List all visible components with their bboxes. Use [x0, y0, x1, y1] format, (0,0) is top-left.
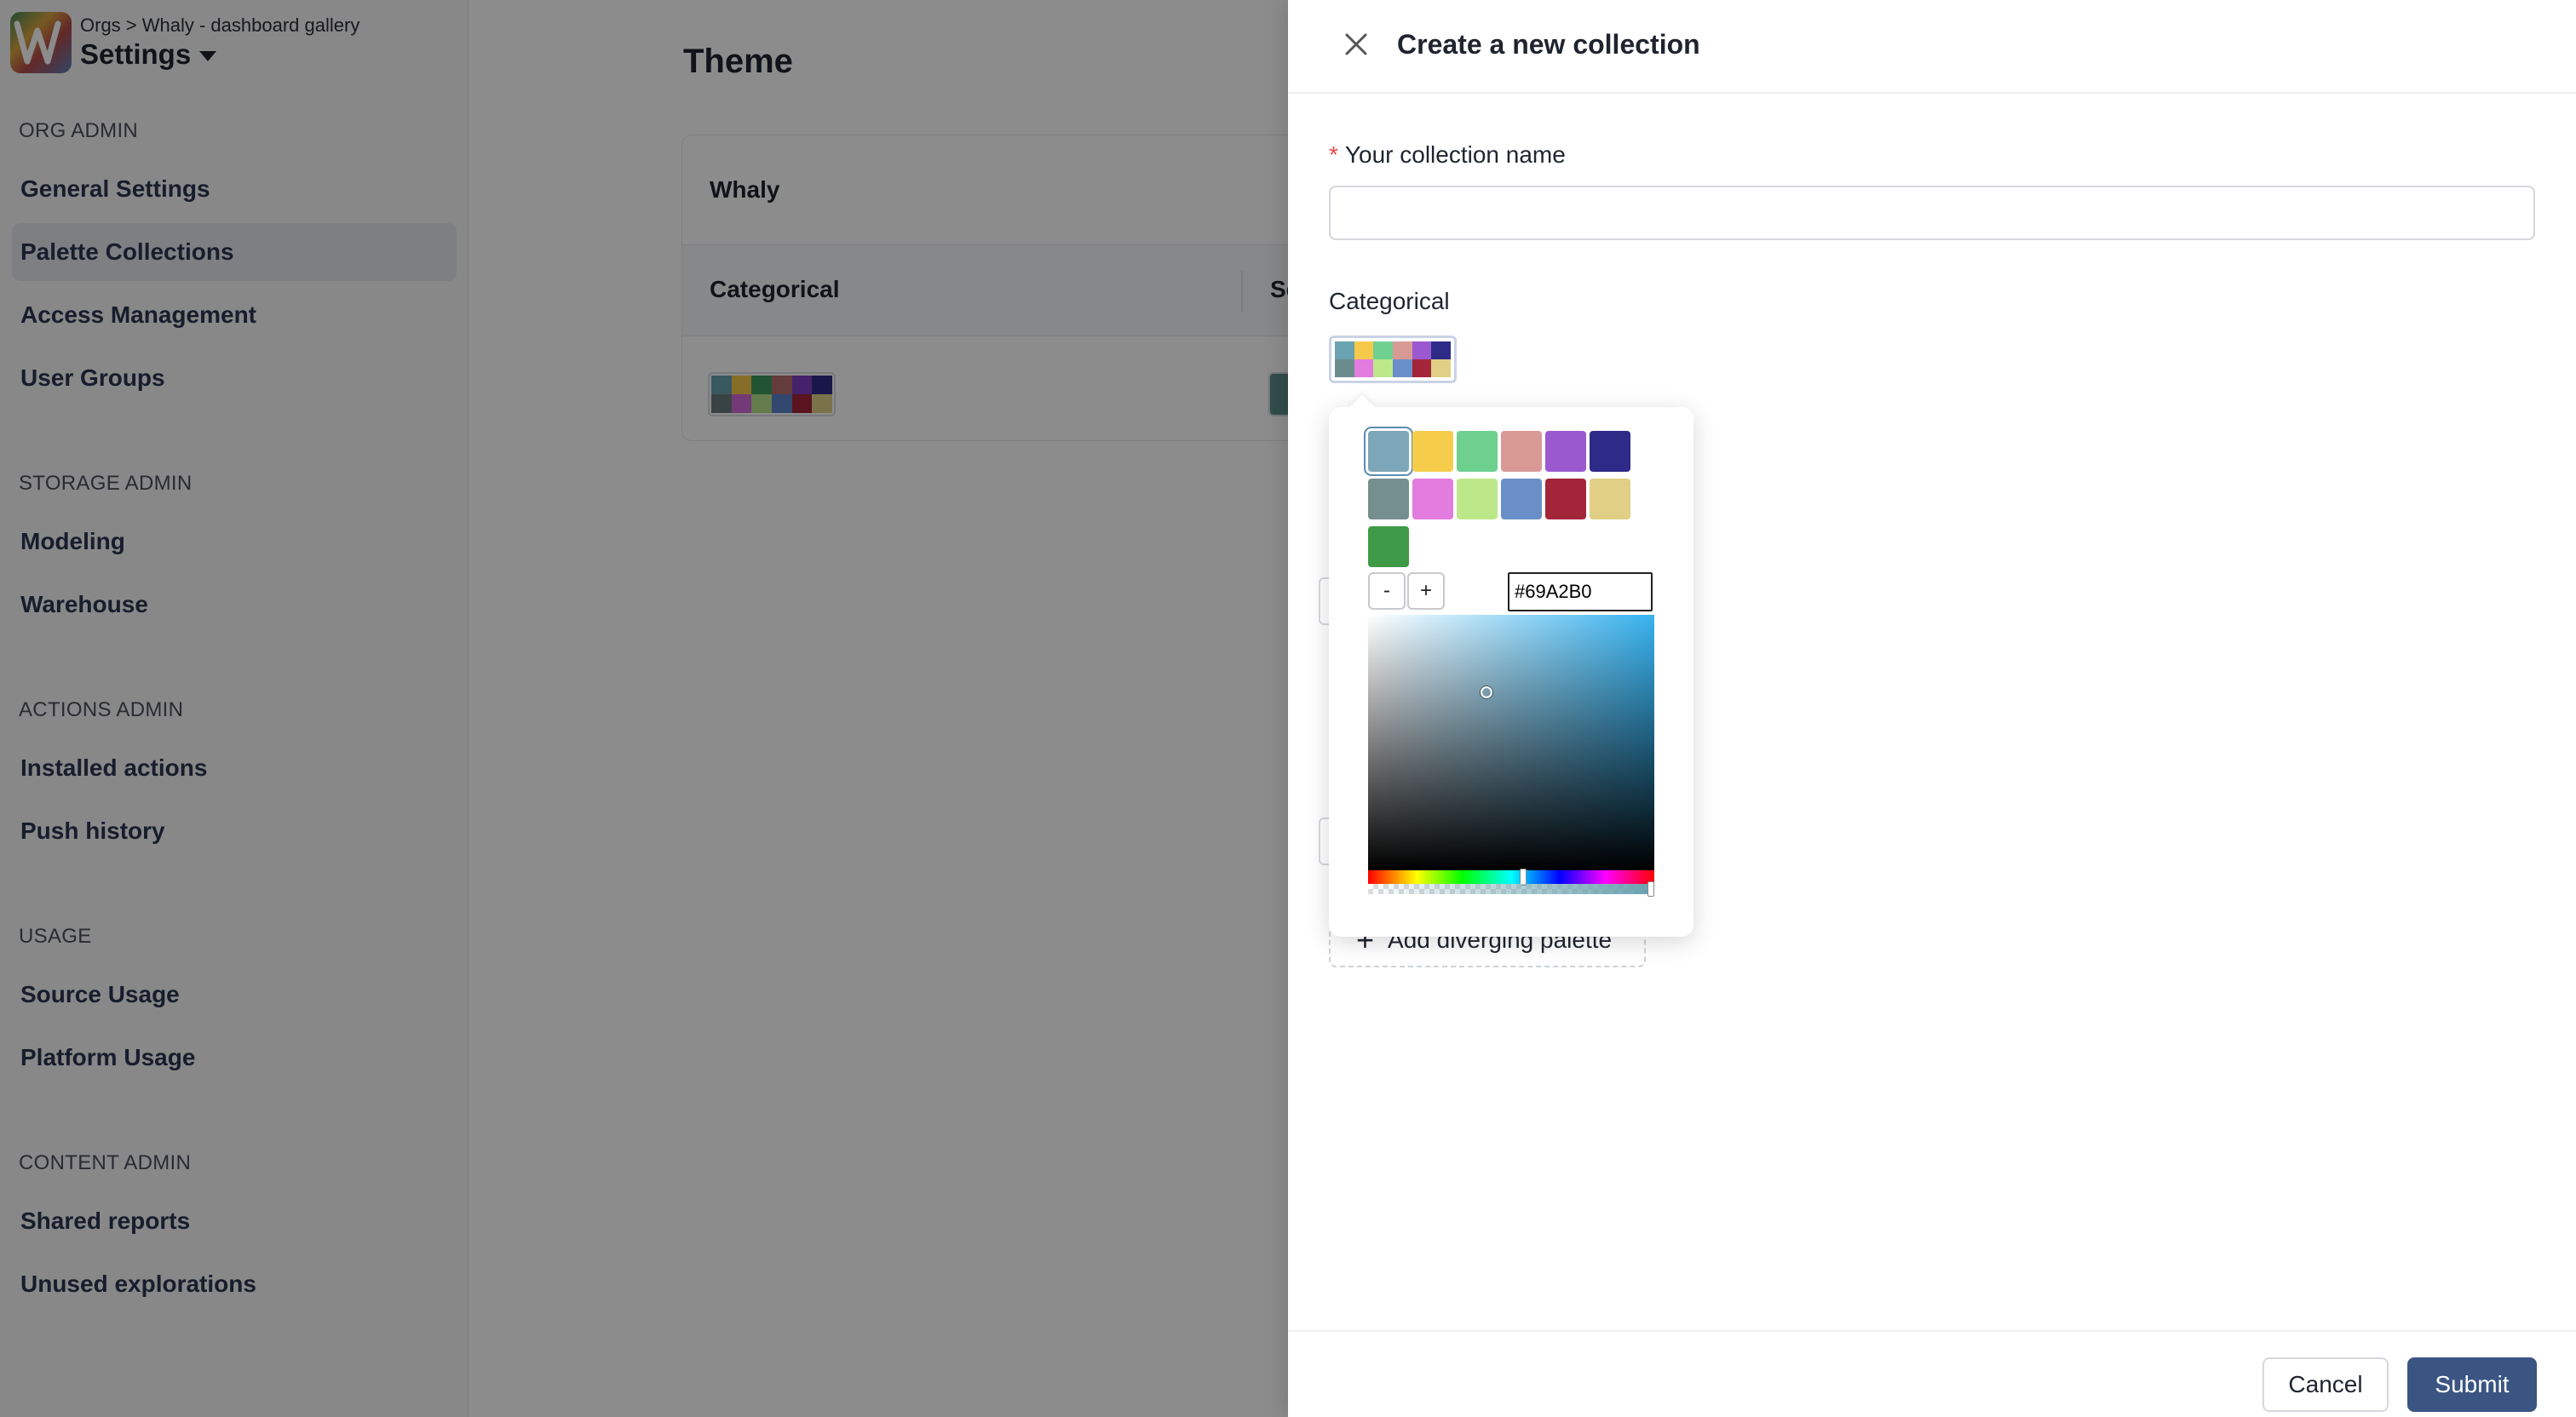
cancel-button[interactable]: Cancel [2263, 1357, 2389, 1412]
palette-color-cell [1392, 359, 1412, 377]
palette-color-cell [1373, 359, 1393, 377]
saturation-value-area[interactable] [1368, 615, 1654, 870]
required-mark: * [1329, 141, 1338, 168]
palette-color-cell [1373, 341, 1393, 359]
hue-handle[interactable] [1520, 869, 1527, 886]
picker-color-swatch[interactable] [1368, 479, 1409, 519]
picker-color-swatch[interactable] [1368, 526, 1409, 567]
picker-color-swatch[interactable] [1457, 431, 1498, 472]
hex-color-input[interactable] [1508, 572, 1653, 611]
picker-color-swatch[interactable] [1590, 479, 1630, 519]
add-color-button[interactable]: + [1407, 572, 1445, 610]
submit-button[interactable]: Submit [2407, 1357, 2537, 1412]
picker-color-swatch[interactable] [1368, 431, 1409, 472]
palette-color-cell [1354, 359, 1374, 377]
drawer-title: Create a new collection [1397, 29, 1700, 60]
categorical-label: Categorical [1329, 288, 1450, 314]
picker-color-swatch[interactable] [1545, 431, 1586, 472]
modal-overlay[interactable] [0, 0, 1288, 1417]
close-icon[interactable] [1343, 31, 1370, 58]
palette-color-cell [1354, 341, 1374, 359]
collection-name-label: * Your collection name [1329, 141, 1566, 169]
collection-name-label-text: Your collection name [1344, 141, 1566, 168]
palette-color-cell [1392, 341, 1412, 359]
palette-color-cell [1431, 359, 1451, 377]
picker-color-swatch[interactable] [1457, 479, 1498, 519]
alpha-gradient [1368, 884, 1654, 894]
picker-color-swatch[interactable] [1412, 431, 1453, 472]
saturation-handle[interactable] [1481, 686, 1492, 698]
palette-color-cell [1412, 359, 1432, 377]
drawer-footer: Cancel Submit [1288, 1330, 2576, 1417]
remove-color-button[interactable]: - [1368, 572, 1406, 610]
drawer-header: Create a new collection [1288, 0, 2576, 94]
alpha-handle[interactable] [1647, 881, 1654, 897]
categorical-palette-swatch[interactable] [1329, 336, 1457, 383]
palette-color-cell [1335, 359, 1354, 377]
picker-color-swatch[interactable] [1501, 479, 1542, 519]
picker-color-swatch[interactable] [1412, 479, 1453, 519]
color-picker-popover: - + [1329, 394, 1693, 937]
palette-color-cell [1335, 341, 1354, 359]
collection-name-input[interactable] [1329, 186, 2535, 240]
palette-color-cell [1412, 341, 1432, 359]
picker-color-swatch[interactable] [1501, 431, 1542, 472]
picker-color-swatch[interactable] [1545, 479, 1586, 519]
alpha-slider[interactable] [1368, 881, 1654, 897]
picker-color-swatch[interactable] [1590, 431, 1630, 472]
palette-color-cell [1431, 341, 1451, 359]
hue-slider[interactable] [1368, 869, 1654, 886]
